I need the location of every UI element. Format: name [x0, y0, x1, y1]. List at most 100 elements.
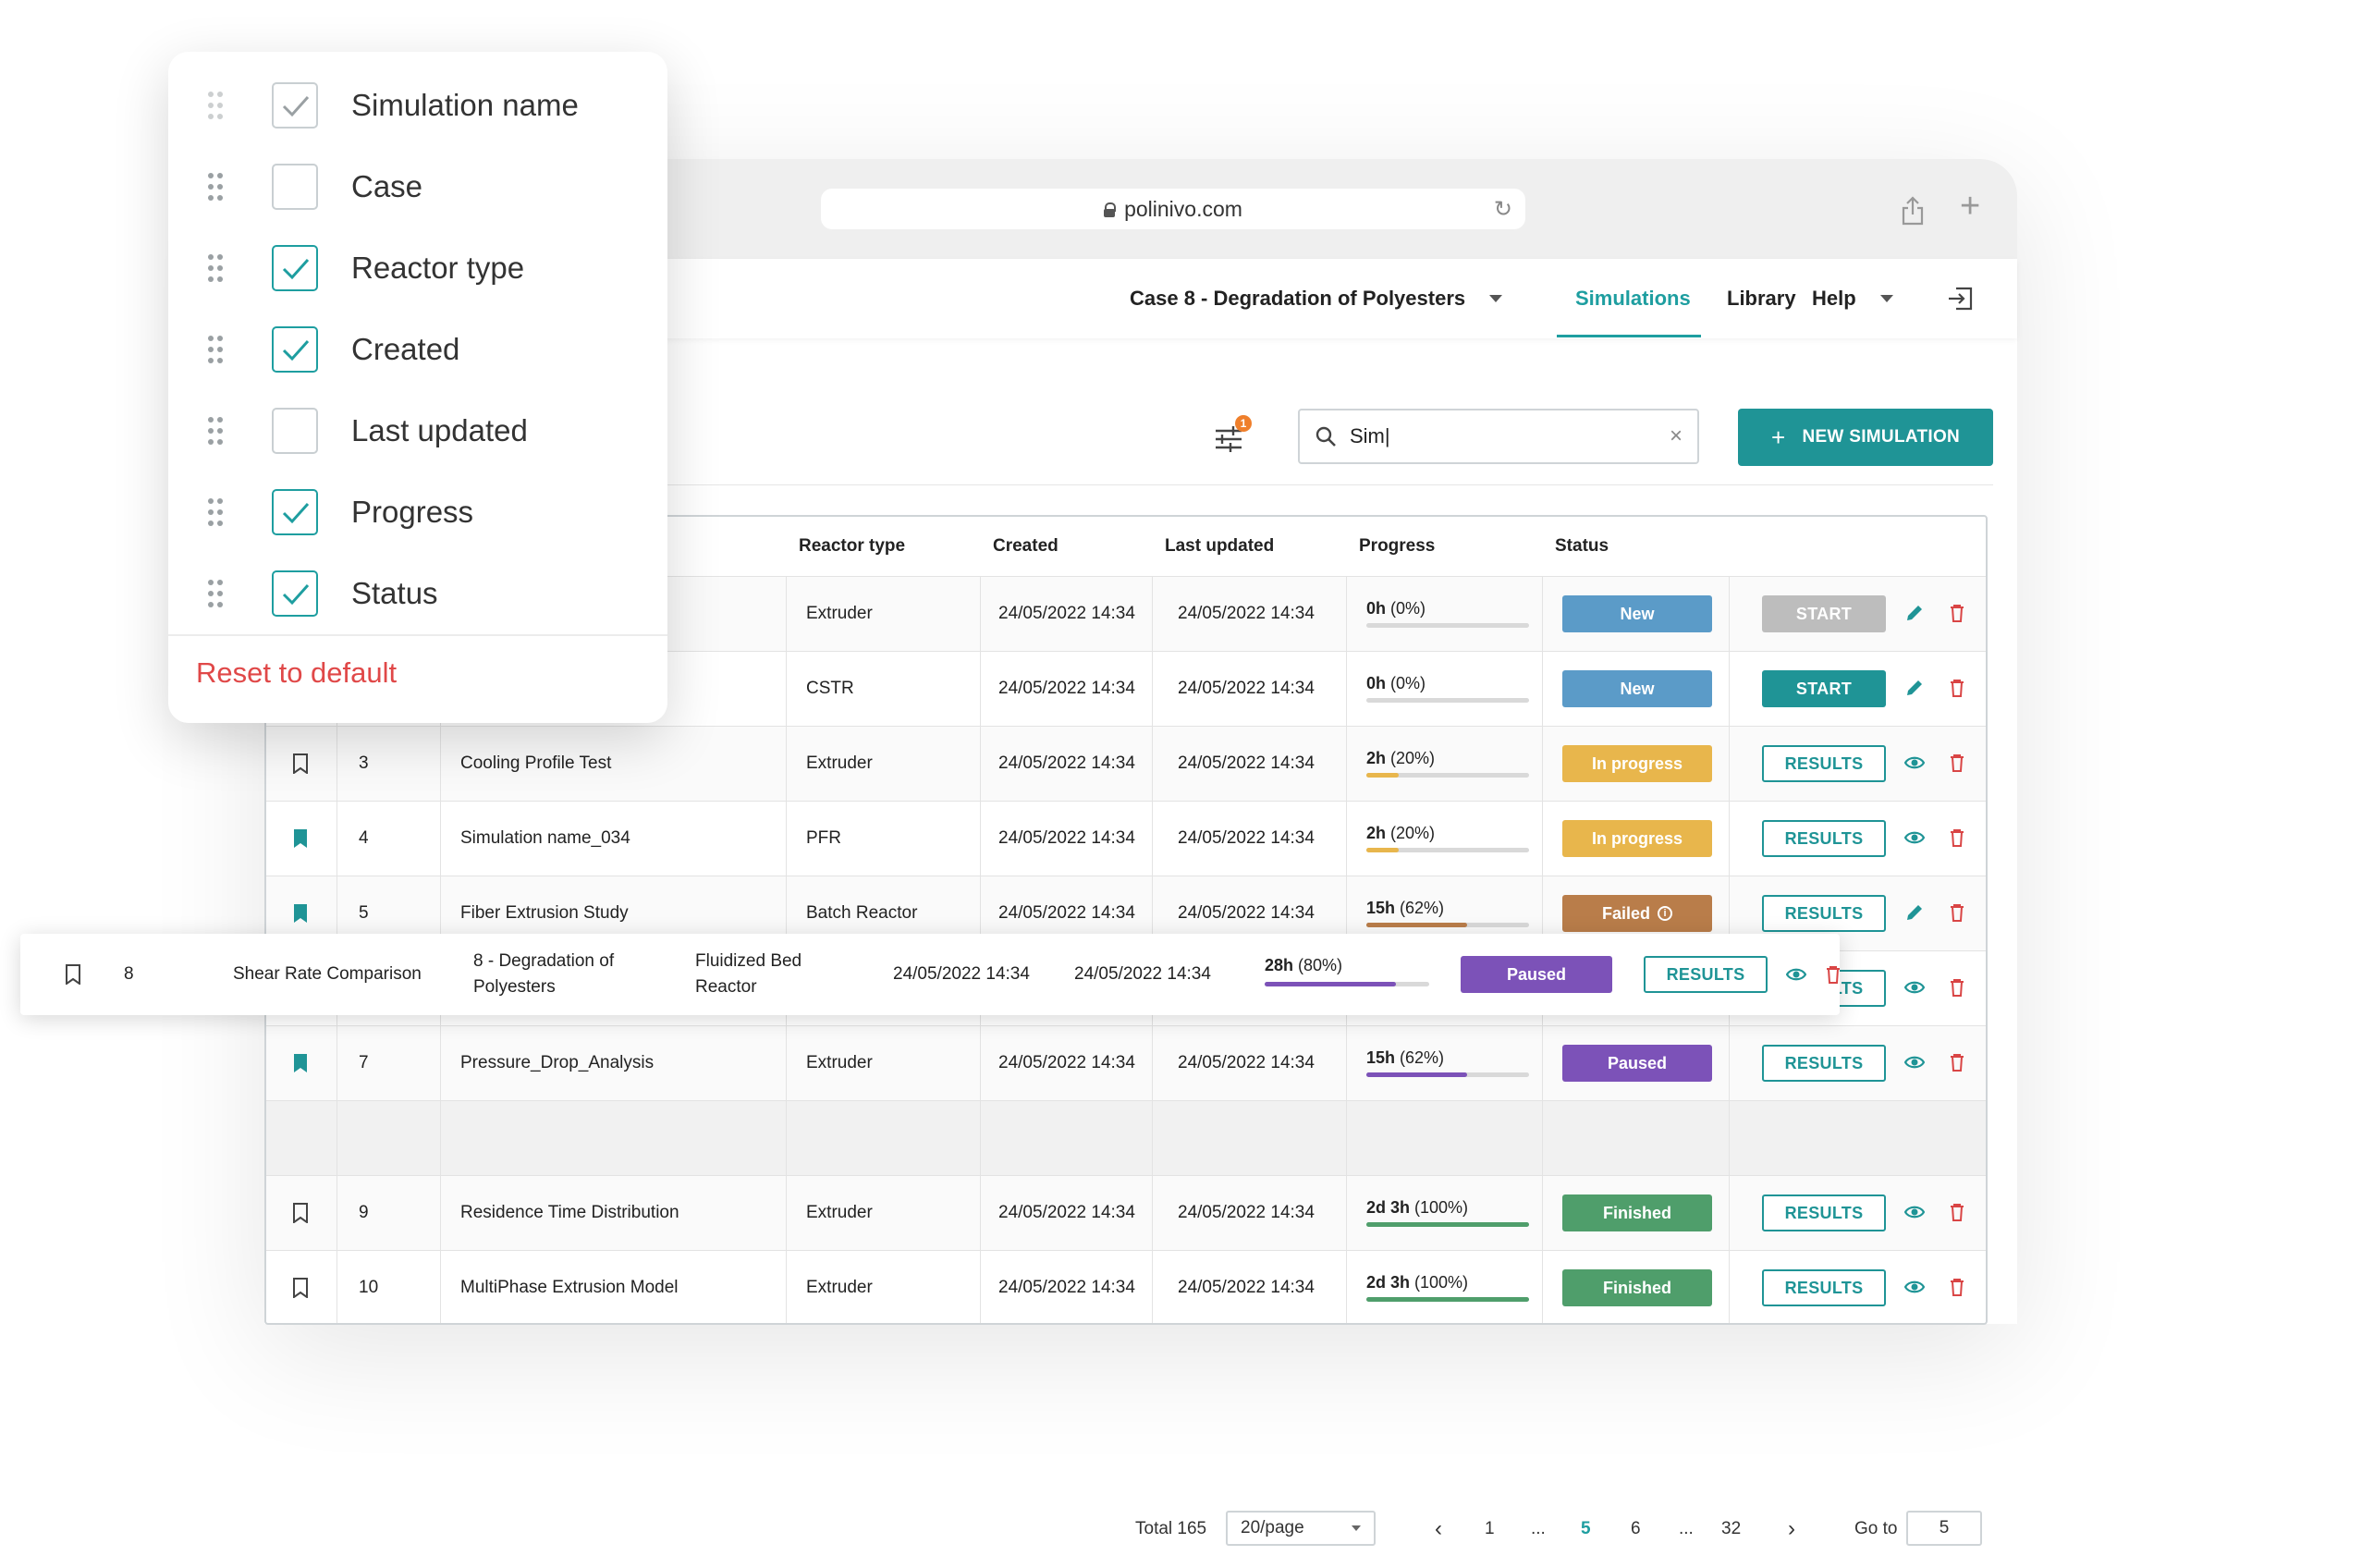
dragged-table-row[interactable]: 8 Shear Rate Comparison 8 - Degradation of… — [20, 934, 1840, 1015]
tab-library[interactable]: Library — [1727, 287, 1796, 311]
results-button[interactable]: RESULTS — [1762, 895, 1886, 932]
header-progress[interactable]: Progress — [1346, 517, 1435, 576]
share-icon[interactable] — [1901, 196, 1925, 226]
page-link[interactable]: 32 — [1721, 1511, 1741, 1548]
drag-handle-icon[interactable] — [207, 579, 224, 608]
address-bar[interactable]: polinivo.com ↻ — [821, 189, 1525, 229]
trash-icon[interactable] — [1947, 678, 1967, 698]
status-label: New — [1620, 679, 1655, 698]
edit-icon[interactable] — [1904, 902, 1925, 923]
clear-icon[interactable]: × — [1670, 423, 1683, 449]
reactor-type: Extruder — [806, 1278, 873, 1297]
bookmark-filled-icon[interactable] — [292, 802, 309, 876]
logout-icon[interactable] — [1947, 287, 1973, 311]
column-option[interactable]: Status — [168, 553, 667, 634]
case-selector[interactable]: Case 8 - Degradation of Polyesters — [1130, 287, 1503, 311]
tab-simulations[interactable]: Simulations — [1575, 287, 1691, 311]
drag-handle-icon[interactable] — [207, 416, 224, 446]
status-label: In progress — [1591, 753, 1683, 773]
search-box[interactable]: × — [1298, 409, 1699, 464]
bookmark-icon[interactable] — [292, 727, 309, 801]
trash-icon[interactable] — [1947, 902, 1967, 923]
progress-time: 2h — [1366, 824, 1387, 842]
status-label: Failed — [1601, 903, 1650, 923]
column-divider — [980, 1176, 981, 1250]
edit-icon[interactable] — [1904, 603, 1925, 623]
bookmark-icon[interactable] — [65, 934, 81, 1015]
column-checkbox[interactable] — [272, 408, 318, 454]
results-button[interactable]: RESULTS — [1644, 956, 1768, 993]
column-checkbox[interactable] — [272, 164, 318, 210]
column-checkbox[interactable] — [272, 245, 318, 291]
new-simulation-button[interactable]: + NEW SIMULATION — [1738, 409, 1993, 466]
results-button[interactable]: RESULTS — [1762, 1269, 1886, 1306]
trash-icon[interactable] — [1823, 964, 1843, 985]
trash-icon[interactable] — [1947, 1202, 1967, 1222]
goto-page-input[interactable]: 5 — [1906, 1511, 1982, 1546]
trash-icon[interactable] — [1947, 753, 1967, 773]
drag-handle-icon[interactable] — [207, 335, 224, 364]
status-label: New — [1620, 604, 1655, 623]
column-checkbox[interactable] — [272, 489, 318, 535]
drag-handle-icon[interactable] — [207, 172, 224, 202]
view-icon[interactable] — [1903, 1277, 1926, 1297]
view-icon[interactable] — [1785, 964, 1807, 985]
trash-icon[interactable] — [1947, 1277, 1967, 1297]
new-tab-icon[interactable]: + — [1960, 189, 1980, 224]
results-button[interactable]: RESULTS — [1762, 745, 1886, 782]
drag-handle-icon[interactable] — [207, 497, 224, 527]
header-created[interactable]: Created — [980, 517, 1059, 576]
results-button[interactable]: RESULTS — [1762, 1045, 1886, 1082]
view-icon[interactable] — [1903, 1052, 1926, 1072]
page-size-select[interactable]: 20/page — [1226, 1511, 1376, 1546]
progress-bar-fill — [1366, 1222, 1529, 1227]
prev-page-icon[interactable]: ‹ — [1435, 1511, 1442, 1548]
table-row[interactable]: 4 Simulation name_034 PFR 24/05/2022 14:34 2… — [266, 801, 1986, 876]
tab-help[interactable]: Help — [1812, 287, 1893, 311]
start-button[interactable]: START — [1762, 670, 1886, 707]
page-link[interactable]: 1 — [1485, 1511, 1495, 1548]
bookmark-filled-icon[interactable] — [292, 1026, 309, 1100]
column-checkbox[interactable] — [272, 326, 318, 373]
drag-handle-icon[interactable] — [207, 253, 224, 283]
start-button[interactable]: START — [1762, 595, 1886, 632]
drag-handle-icon[interactable] — [207, 91, 224, 120]
next-page-icon[interactable]: › — [1788, 1511, 1795, 1548]
trash-icon[interactable] — [1947, 1052, 1967, 1072]
reset-to-default-link[interactable]: Reset to default — [196, 656, 397, 690]
column-divider — [980, 802, 981, 876]
results-button[interactable]: RESULTS — [1762, 820, 1886, 857]
table-row[interactable]: 10 MultiPhase Extrusion Model Extruder 24/0… — [266, 1250, 1986, 1323]
progress-time: 2h — [1366, 749, 1387, 767]
trash-icon[interactable] — [1947, 977, 1967, 998]
header-status[interactable]: Status — [1542, 517, 1609, 576]
view-icon[interactable] — [1903, 1202, 1926, 1222]
page-link[interactable]: 5 — [1581, 1511, 1591, 1548]
view-icon[interactable] — [1903, 753, 1926, 773]
column-option[interactable]: Progress — [168, 472, 667, 553]
column-checkbox[interactable] — [272, 570, 318, 617]
bookmark-icon[interactable] — [292, 1251, 309, 1323]
page-link[interactable]: 6 — [1631, 1511, 1641, 1548]
edit-icon[interactable] — [1904, 678, 1925, 698]
trash-icon[interactable] — [1947, 603, 1967, 623]
column-option[interactable]: Reactor type — [168, 227, 667, 309]
table-row[interactable]: 7 Pressure_Drop_Analysis Extruder 24/05/202… — [266, 1025, 1986, 1100]
column-option[interactable]: Case — [168, 146, 667, 227]
results-button[interactable]: RESULTS — [1762, 1194, 1886, 1231]
bookmark-icon[interactable] — [292, 1176, 309, 1250]
view-icon[interactable] — [1903, 827, 1926, 848]
trash-icon[interactable] — [1947, 827, 1967, 848]
reactor-type: Extruder — [806, 604, 873, 623]
search-input[interactable] — [1350, 424, 1646, 448]
column-option[interactable]: Simulation name — [168, 65, 667, 146]
table-row[interactable]: 3 Cooling Profile Test Extruder 24/05/2022 … — [266, 726, 1986, 801]
info-icon[interactable]: i — [1658, 906, 1672, 921]
column-option[interactable]: Created — [168, 309, 667, 390]
header-reactor-type[interactable]: Reactor type — [786, 517, 905, 576]
reload-icon[interactable]: ↻ — [1494, 196, 1512, 223]
view-icon[interactable] — [1903, 977, 1926, 998]
column-option[interactable]: Last updated — [168, 390, 667, 472]
table-row[interactable]: 9 Residence Time Distribution Extruder 24/0… — [266, 1175, 1986, 1250]
header-last-updated[interactable]: Last updated — [1152, 517, 1274, 576]
